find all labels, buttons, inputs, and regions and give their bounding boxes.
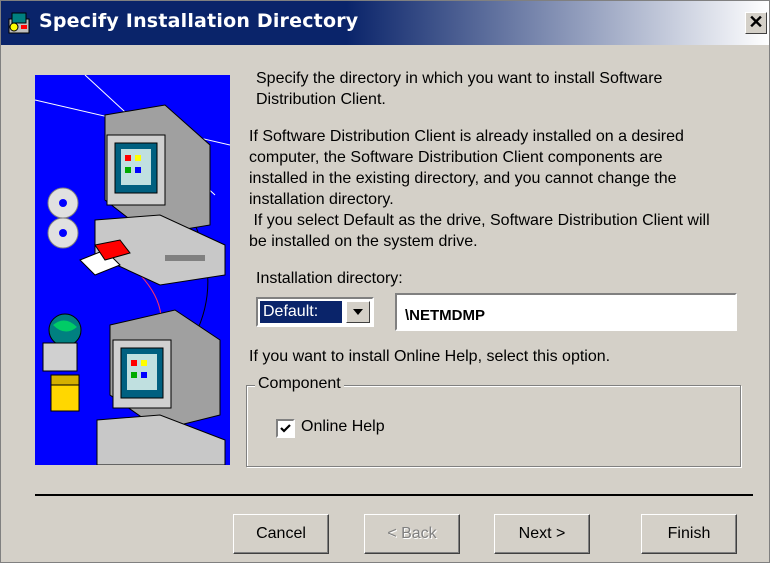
window-title: Specify Installation Directory	[39, 10, 359, 32]
separator-line	[35, 494, 753, 496]
installer-dialog: Specify Installation Directory ✕ Specify…	[0, 0, 770, 563]
help-prompt: If you want to install Online Help, sele…	[249, 348, 611, 365]
info-text-line: computer, the Software Distribution Clie…	[249, 149, 663, 166]
online-help-checkbox[interactable]	[276, 419, 295, 438]
next-button[interactable]: Next >	[494, 514, 590, 554]
dropdown-arrow-icon[interactable]	[346, 301, 370, 323]
drive-selected-value: Default:	[260, 301, 342, 323]
back-button[interactable]: < Back	[364, 514, 460, 554]
installer-app-icon	[8, 12, 30, 34]
info-text-line: If Software Distribution Client is alrea…	[249, 128, 684, 145]
default-drive-note: If you select Default as the drive, Soft…	[249, 212, 710, 229]
install-dir-label: Installation directory:	[256, 270, 403, 287]
online-help-label[interactable]: Online Help	[301, 417, 385, 437]
component-group-label: Component	[255, 374, 344, 394]
info-text-line: installation directory.	[249, 191, 394, 208]
cancel-button[interactable]: Cancel	[233, 514, 329, 554]
installer-illustration	[35, 75, 230, 465]
default-drive-note: be installed on the system drive.	[249, 233, 478, 250]
title-bar[interactable]: Specify Installation Directory ✕	[1, 1, 769, 45]
checkmark-icon	[280, 424, 291, 433]
drive-select[interactable]: Default:	[256, 297, 374, 327]
finish-button[interactable]: Finish	[641, 514, 737, 554]
intro-text-line: Distribution Client.	[256, 91, 386, 108]
close-button[interactable]: ✕	[745, 12, 767, 34]
info-text-line: installed in the existing directory, and…	[249, 170, 677, 187]
intro-text-line: Specify the directory in which you want …	[256, 70, 663, 87]
close-icon: ✕	[748, 12, 764, 32]
install-dir-input[interactable]	[395, 293, 737, 331]
computers-illustration	[35, 75, 230, 465]
